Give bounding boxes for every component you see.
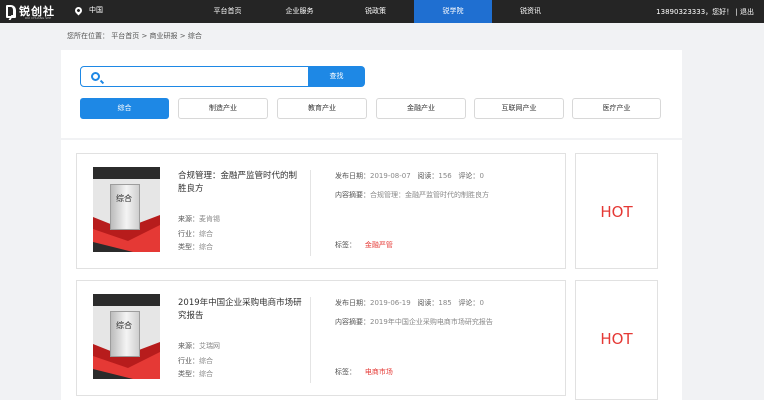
report-card[interactable]: 综合 2019年中国企业采购电商市场研究报告 来源：艾瑞网 行业：综合 类型：综… bbox=[76, 280, 566, 396]
nav-item-news[interactable]: 锐资讯 bbox=[493, 0, 568, 23]
cover-title: 综合 bbox=[116, 194, 132, 203]
tag-link[interactable]: 电商市场 bbox=[365, 368, 393, 376]
category-tab-general[interactable]: 综合 bbox=[80, 98, 169, 119]
cover-title: 综合 bbox=[116, 321, 132, 330]
summary-value: 合规管理：金融严监管时代的制胜良方 bbox=[370, 191, 489, 199]
source-label: 来源： bbox=[178, 342, 199, 350]
type-value: 综合 bbox=[199, 243, 213, 251]
cover-book-icon: 综合 bbox=[110, 311, 140, 357]
user-separator: | bbox=[735, 8, 738, 16]
industry-label: 行业： bbox=[178, 357, 199, 365]
report-stats: 发布日期：2019-08-07 阅读：156 评论：0 bbox=[335, 171, 484, 181]
report-cover-image: 综合 bbox=[93, 167, 160, 252]
views-label: 阅读： bbox=[417, 299, 439, 307]
report-type: 类型：综合 bbox=[178, 367, 213, 382]
summary-label: 内容摘要： bbox=[335, 318, 370, 326]
category-tab-manufacturing[interactable]: 制造产业 bbox=[178, 98, 268, 119]
summary-value: 2019年中国企业采购电商市场研究报告 bbox=[370, 318, 493, 326]
comments-label: 评论： bbox=[458, 172, 480, 180]
type-label: 类型： bbox=[178, 370, 199, 378]
search-panel bbox=[61, 50, 682, 138]
report-cover-image: 综合 bbox=[93, 294, 160, 379]
report-summary: 内容摘要：2019年中国企业采购电商市场研究报告 bbox=[335, 317, 493, 327]
views-value: 156 bbox=[438, 172, 452, 180]
report-source: 来源：麦肯锡 bbox=[178, 212, 220, 227]
breadcrumb: 您所在位置： 平台首页 > 商业研报 > 综合 bbox=[67, 32, 202, 40]
type-label: 类型： bbox=[178, 243, 199, 251]
tag-label: 标签： bbox=[335, 241, 356, 249]
user-info: 13890323333，您好！ | 退出 bbox=[656, 7, 754, 17]
report-summary: 内容摘要：合规管理：金融严监管时代的制胜良方 bbox=[335, 190, 489, 200]
nav-item-policy[interactable]: 锐政策 bbox=[338, 0, 413, 23]
logo-subtext: RUI CHUANG SHE bbox=[25, 16, 52, 20]
user-phone[interactable]: 13890323333 bbox=[656, 8, 705, 16]
category-tab-medical[interactable]: 医疗产业 bbox=[572, 98, 661, 119]
logo-text: 锐创社 bbox=[19, 4, 55, 18]
category-tab-finance[interactable]: 金融产业 bbox=[376, 98, 466, 119]
comments-label: 评论： bbox=[458, 299, 480, 307]
location-label: 中国 bbox=[89, 6, 103, 14]
location-pin-icon bbox=[73, 5, 84, 15]
tag-link[interactable]: 金融严管 bbox=[365, 241, 393, 249]
source-value: 麦肯锡 bbox=[199, 215, 220, 223]
date-label: 发布日期： bbox=[335, 172, 370, 180]
source-label: 来源： bbox=[178, 215, 199, 223]
report-title[interactable]: 合规管理：金融严监管时代的制胜良方 bbox=[178, 170, 303, 196]
logo-icon bbox=[6, 5, 16, 18]
logout-link[interactable]: 退出 bbox=[740, 8, 754, 16]
comments-value: 0 bbox=[479, 172, 484, 180]
type-value: 综合 bbox=[199, 370, 213, 378]
cover-book-icon: 综合 bbox=[110, 184, 140, 230]
report-type: 类型：综合 bbox=[178, 240, 213, 255]
industry-value: 综合 bbox=[199, 357, 213, 365]
location-selector[interactable]: 中国 bbox=[73, 5, 103, 15]
nav-item-academy[interactable]: 锐学院 bbox=[414, 0, 492, 23]
user-greeting: ，您好！ bbox=[705, 8, 734, 16]
industry-label: 行业： bbox=[178, 230, 199, 238]
category-tab-education[interactable]: 教育产业 bbox=[277, 98, 367, 119]
category-tab-internet[interactable]: 互联网产业 bbox=[474, 98, 564, 119]
card-divider bbox=[310, 297, 311, 383]
nav-item-enterprise-service[interactable]: 企业服务 bbox=[262, 0, 337, 23]
site-logo[interactable]: 锐创社 RUI CHUANG SHE bbox=[6, 4, 55, 20]
hot-badge: HOT bbox=[575, 153, 658, 269]
date-label: 发布日期： bbox=[335, 299, 370, 307]
views-value: 185 bbox=[438, 299, 452, 307]
nav-item-home[interactable]: 平台首页 bbox=[190, 0, 265, 23]
report-tags: 标签： 金融严管 bbox=[335, 240, 393, 250]
views-label: 阅读： bbox=[417, 172, 439, 180]
summary-label: 内容摘要： bbox=[335, 191, 370, 199]
date-value: 2019-08-07 bbox=[370, 172, 411, 180]
comments-value: 0 bbox=[479, 299, 484, 307]
report-title[interactable]: 2019年中国企业采购电商市场研究报告 bbox=[178, 297, 303, 323]
report-stats: 发布日期：2019-06-19 阅读：185 评论：0 bbox=[335, 298, 484, 308]
search-input[interactable] bbox=[80, 66, 309, 87]
top-navigation-bar: 锐创社 RUI CHUANG SHE 中国 平台首页 企业服务 锐政策 锐学院 … bbox=[0, 0, 764, 23]
report-source: 来源：艾瑞网 bbox=[178, 339, 220, 354]
date-value: 2019-06-19 bbox=[370, 299, 411, 307]
report-card[interactable]: 综合 合规管理：金融严监管时代的制胜良方 来源：麦肯锡 行业：综合 类型：综合 … bbox=[76, 153, 566, 269]
card-divider bbox=[310, 170, 311, 256]
report-tags: 标签： 电商市场 bbox=[335, 367, 393, 377]
industry-value: 综合 bbox=[199, 230, 213, 238]
tag-label: 标签： bbox=[335, 368, 356, 376]
source-value: 艾瑞网 bbox=[199, 342, 220, 350]
hot-badge: HOT bbox=[575, 280, 658, 400]
search-button[interactable]: 查找 bbox=[308, 66, 365, 87]
search-icon bbox=[91, 72, 100, 81]
